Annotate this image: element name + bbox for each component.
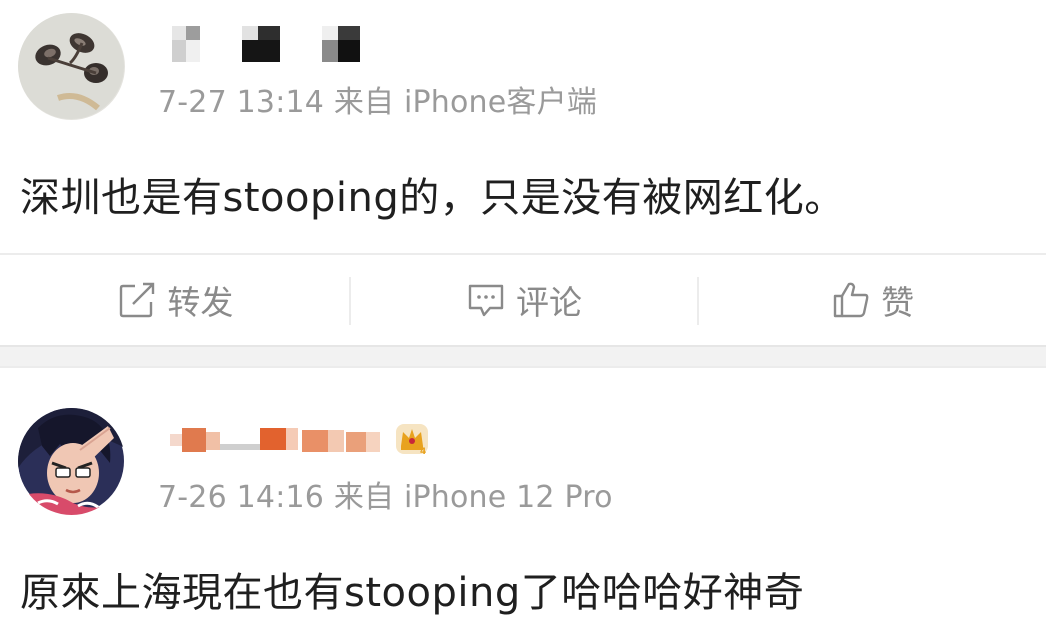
comment-meta: 7-27 13:14 来自 iPhone客户端 [158,85,598,120]
svg-text:4: 4 [420,447,426,456]
comment-text: 原來上海現在也有stooping了哈哈哈好神奇 [20,570,805,616]
repost-label: 转发 [167,283,234,322]
avatar-image [18,13,125,120]
repost-button[interactable]: 转发 [0,255,349,345]
avatar-image [18,408,125,515]
avatar[interactable] [18,408,125,515]
action-bar: 转发 评论 赞 [0,255,1046,345]
like-button[interactable]: 赞 [697,255,1046,345]
avatar[interactable] [18,13,125,120]
like-label: 赞 [881,283,915,322]
comment-button[interactable]: 评论 [348,255,698,345]
section-separator [0,345,1046,368]
comment-text: 深圳也是有stooping的，只是没有被网红化。 [20,175,845,221]
vip-crown-icon[interactable]: 4 [394,420,430,456]
repost-icon [120,282,155,318]
comment-label: 评论 [516,283,582,322]
comment-card: 7-27 13:14 来自 iPhone客户端 深圳也是有stooping的，只… [0,0,1046,345]
like-icon [833,282,869,318]
comment-card: 4 7-26 14:16 来自 iPhone 12 Pro 原來上海現在也有st… [0,368,1046,644]
username-redacted[interactable] [160,22,400,66]
comment-icon [468,284,504,317]
comment-meta: 7-26 14:16 来自 iPhone 12 Pro [158,480,613,515]
